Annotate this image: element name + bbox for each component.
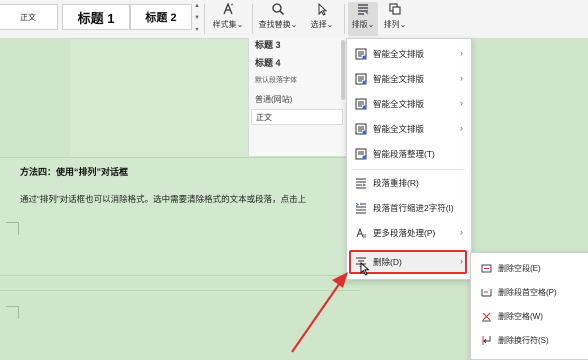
arrange-button[interactable]: 排列⌄ (380, 2, 410, 36)
style-set-button[interactable]: 样式集⌄ (208, 2, 248, 36)
submenu-item-delete-spaces[interactable]: 删除空格(W) (471, 305, 588, 327)
menu-item-label: 删除(D) (373, 257, 402, 267)
chevron-down-icon: ⌄ (236, 20, 244, 29)
submenu-item-delete-line-breaks[interactable]: 删除换行符(S) (471, 329, 588, 351)
menu-item-smart-layout-3[interactable]: 智能全文排版 › (347, 93, 471, 115)
style-item-heading4[interactable]: 标题 4 (255, 56, 281, 69)
smart-layout-icon (355, 98, 367, 110)
ribbon-separator (344, 4, 345, 34)
menu-separator (353, 169, 465, 170)
menu-item-label: 智能全文排版 (373, 74, 425, 84)
search-icon (272, 3, 285, 16)
document-heading: 方法四：使用“排列”对话框 (20, 167, 129, 177)
delete-leading-space-icon (481, 288, 492, 296)
expand-icon[interactable]: ▾ (195, 26, 198, 33)
chevron-right-icon: › (460, 227, 463, 237)
document-paragraph[interactable]: 通过“排列”对话框也可以消除格式。选中需要清除格式的文本或段落，点击上 (20, 193, 306, 205)
menu-item-label: 智能全文排版 (373, 124, 425, 134)
smart-layout-icon (355, 123, 367, 135)
menu-item-smart-paragraph[interactable]: 智能段落整理(T) (347, 143, 471, 165)
style-item-web[interactable]: 普通(网站) (255, 94, 292, 105)
style-heading2-button[interactable]: 标题 2 (130, 4, 192, 30)
delete-space-icon (482, 312, 491, 321)
style-item-default-font[interactable]: 默认段落字体 (255, 75, 297, 85)
submenu-item-label: 删除换行符(S) (498, 335, 549, 345)
arrange-label: 排列 (383, 20, 400, 29)
find-replace-label: 查找替换 (258, 20, 291, 29)
submenu-item-delete-leading-spaces[interactable]: 删除段首空格(P) (471, 281, 588, 303)
page-column (70, 38, 250, 158)
menu-item-more-paragraph[interactable]: 更多段落处理(P) › (347, 222, 471, 244)
find-replace-button[interactable]: 查找替换⌄ (256, 2, 300, 36)
select-button[interactable]: 选择⌄ (304, 2, 340, 36)
chevron-right-icon: › (460, 123, 463, 133)
chevron-down-icon: ⌄ (367, 20, 375, 29)
ribbon-separator (252, 4, 253, 34)
layout-dropdown-menu: 智能全文排版 › 智能全文排版 › 智能全文排版 › 智能全文排版 › 智能段落… (346, 38, 472, 280)
chevron-down-icon[interactable]: ▼ (194, 15, 200, 21)
chevron-right-icon: › (460, 48, 463, 58)
paragraph-settings-icon (356, 227, 366, 238)
style-list-pane: 标题 3 标题 4 默认段落字体 普通(网站) 正文 (248, 38, 347, 156)
style-gallery-scroll[interactable]: ▲ ▼ ▾ (193, 3, 201, 33)
reflow-icon (356, 178, 367, 189)
submenu-item-delete-empty-paragraphs[interactable]: 删除空段(E) (471, 257, 588, 279)
menu-item-smart-layout-2[interactable]: 智能全文排版 › (347, 68, 471, 90)
chevron-down-icon: ⌄ (399, 20, 407, 29)
submenu-item-label: 删除空段(E) (498, 263, 541, 273)
menu-item-label: 智能全文排版 (373, 49, 425, 59)
menu-item-label: 智能段落整理(T) (373, 149, 435, 159)
menu-item-smart-layout-1[interactable]: 智能全文排版 › (347, 43, 471, 65)
delete-empty-paragraph-icon (481, 264, 492, 272)
margin-corner-mark (6, 306, 19, 319)
page-divider (0, 157, 360, 158)
style-pane-scrollbar[interactable] (341, 40, 345, 100)
smart-layout-icon (355, 73, 367, 85)
smart-layout-icon (355, 48, 367, 60)
chevron-right-icon: › (460, 256, 463, 266)
layout-icon (358, 4, 369, 15)
chevron-right-icon: › (460, 98, 463, 108)
menu-item-label: 智能全文排版 (373, 99, 425, 109)
style-normal-button[interactable]: 正文 (0, 4, 58, 30)
arrange-icon (389, 3, 401, 15)
submenu-item-label: 删除段首空格(P) (498, 287, 557, 297)
menu-item-label: 段落首行缩进2字符(I) (373, 203, 454, 213)
style-set-label: 样式集 (212, 20, 237, 29)
paragraph-organize-icon (355, 148, 367, 160)
chevron-down-icon: ⌄ (290, 20, 298, 29)
menu-item-first-line-indent[interactable]: 段落首行缩进2字符(I) (347, 197, 471, 219)
style-item-heading3[interactable]: 标题 3 (255, 38, 281, 51)
ribbon-separator (204, 4, 205, 34)
annotation-arrow-icon (291, 272, 348, 353)
indent-icon (355, 202, 366, 214)
chevron-up-icon[interactable]: ▲ (194, 3, 200, 9)
layout-label: 排版 (351, 20, 368, 29)
ribbon-toolbar: 正文 标题 1 标题 2 ▲ ▼ ▾ 样式集⌄ 查找替换⌄ 选择⌄ 排版⌄ 排列… (0, 0, 588, 39)
menu-item-smart-layout-4[interactable]: 智能全文排版 › (347, 118, 471, 140)
mouse-pointer-icon (360, 262, 370, 276)
delete-line-break-icon (482, 335, 491, 345)
submenu-item-label: 删除空格(W) (498, 311, 543, 321)
margin-corner-mark (6, 222, 19, 235)
chevron-right-icon: › (460, 73, 463, 83)
select-label: 选择 (310, 20, 327, 29)
style-heading1-button[interactable]: 标题 1 (62, 4, 130, 30)
cursor-select-icon (318, 2, 328, 16)
menu-item-label: 段落重排(R) (373, 178, 419, 188)
chevron-down-icon: ⌄ (326, 20, 334, 29)
menu-item-reflow[interactable]: 段落重排(R) (347, 172, 471, 194)
menu-item-label: 更多段落处理(P) (373, 228, 436, 238)
delete-submenu: 删除空段(E) 删除段首空格(P) 删除空格(W) 删除换行符(S) (470, 252, 588, 360)
style-item-normal[interactable]: 正文 (251, 109, 343, 125)
layout-button[interactable]: 排版⌄ (348, 2, 378, 36)
style-set-icon (223, 2, 234, 15)
